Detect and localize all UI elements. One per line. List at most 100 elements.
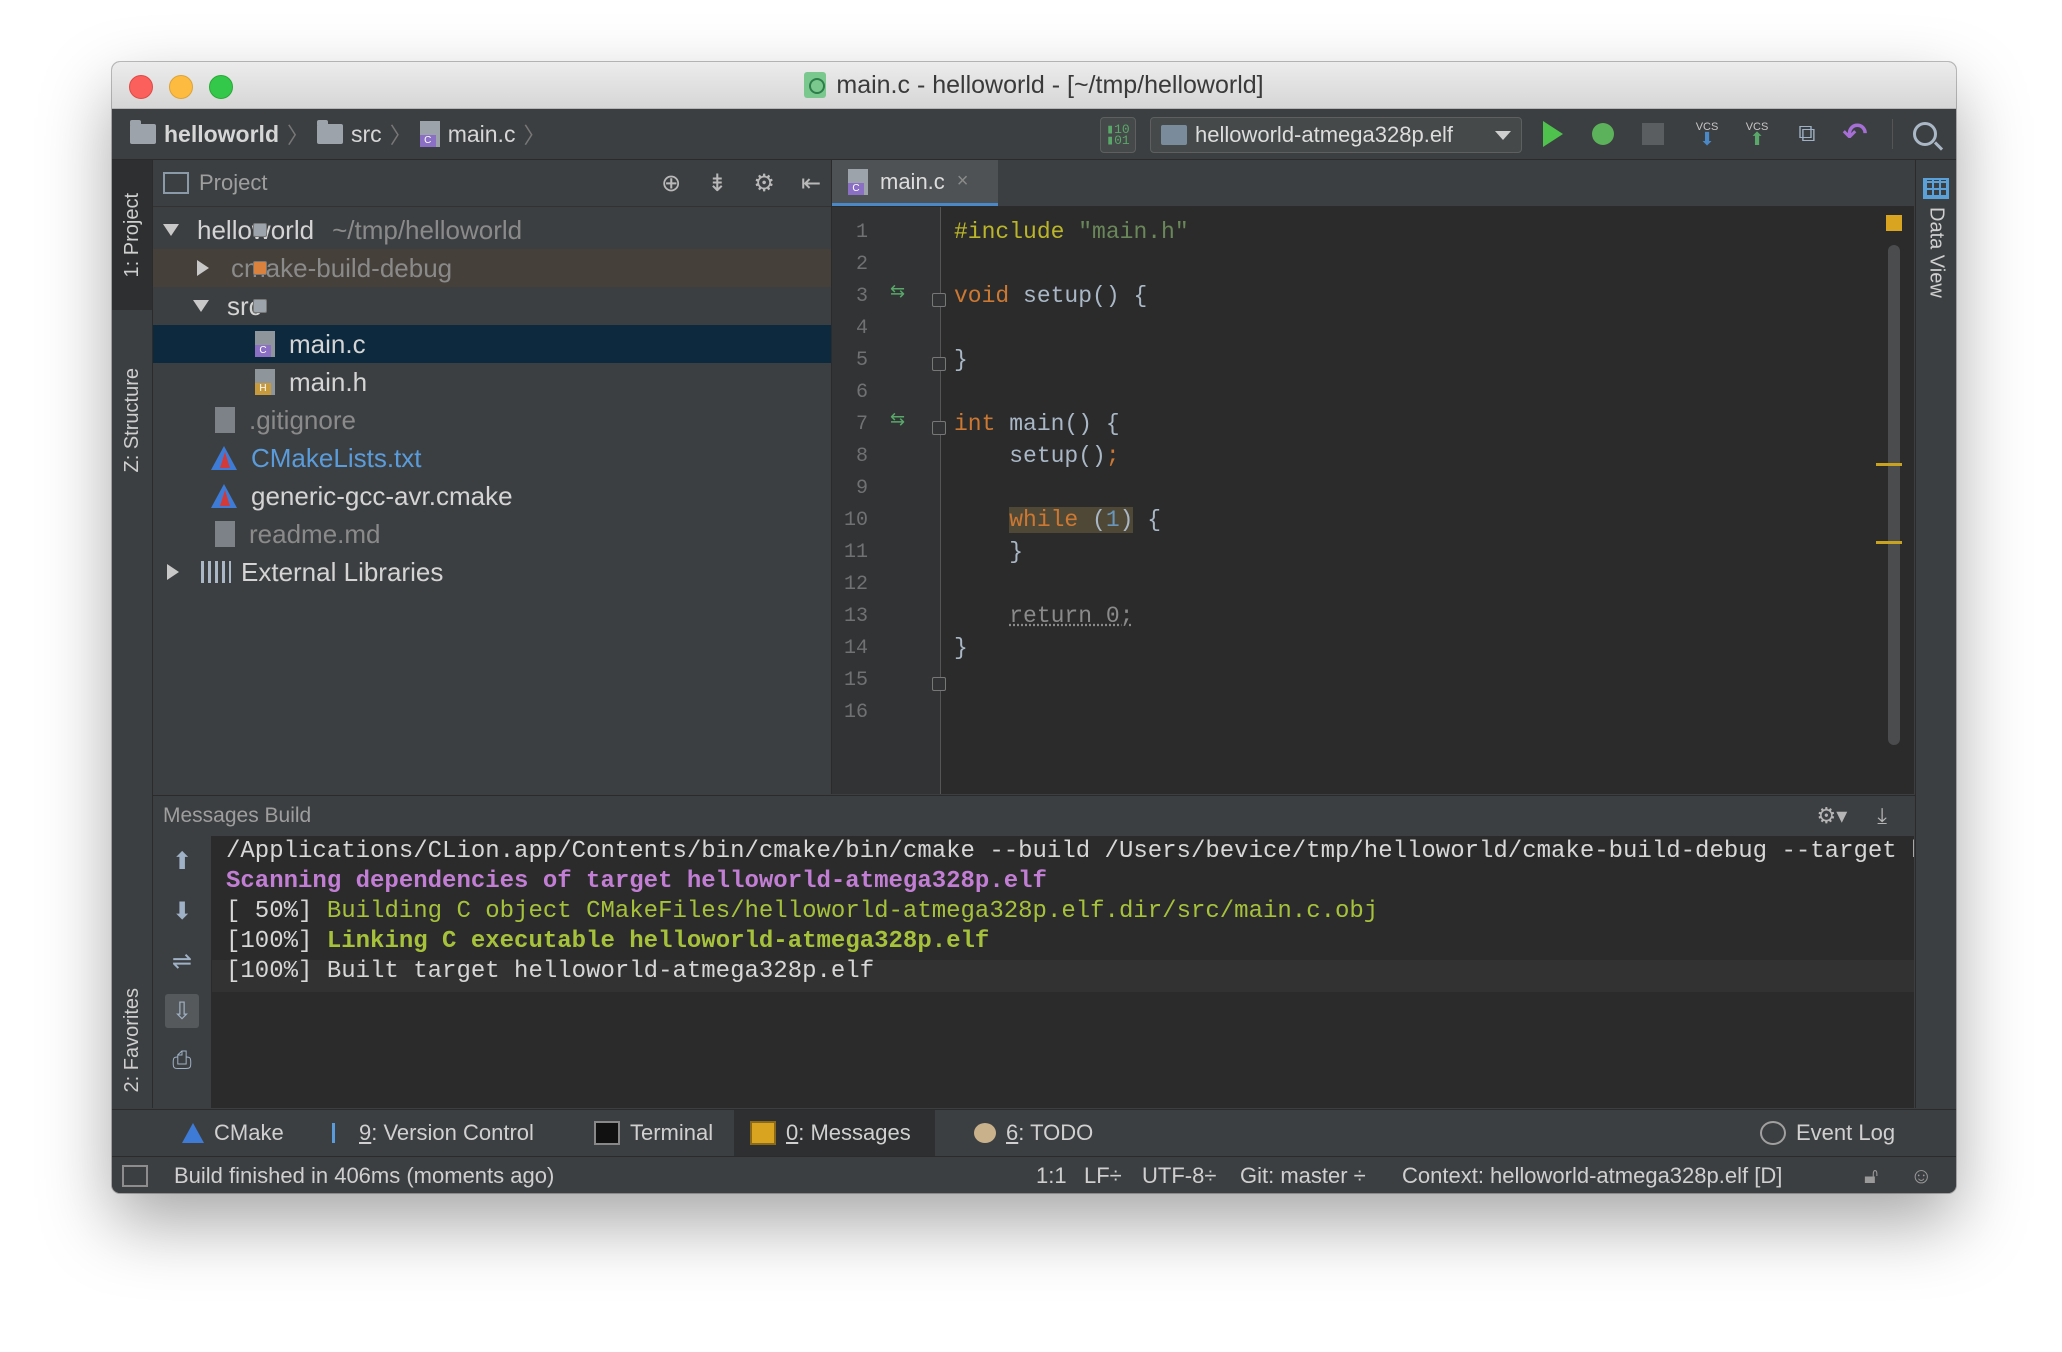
hide-icon[interactable]: ⤓ — [1867, 803, 1887, 829]
tree-item-src[interactable]: src — [153, 287, 831, 325]
line-number: 7 — [855, 413, 868, 436]
editor-tab-bar: main.c × — [832, 160, 1914, 207]
markdown-file-icon — [215, 521, 235, 547]
tab-main-c[interactable]: main.c × — [832, 160, 998, 206]
tab-messages[interactable]: 0: Messages — [734, 1110, 935, 1156]
tab-event-log[interactable]: Event Log — [1748, 1110, 1907, 1156]
tab-project[interactable]: 1: Project — [112, 160, 152, 310]
tab-terminal[interactable]: Terminal — [582, 1110, 725, 1156]
print-icon[interactable]: ⎙ — [165, 1044, 199, 1078]
scroll-to-end-icon[interactable]: ⇩ — [165, 994, 199, 1028]
tool-windows-icon — [122, 1164, 148, 1187]
soft-wrap-icon[interactable]: ⇌ — [165, 944, 199, 978]
tree-item-external-libraries[interactable]: External Libraries — [153, 553, 831, 591]
expand-arrow-icon[interactable] — [163, 224, 179, 236]
tree-item-readme[interactable]: readme.md — [153, 515, 831, 553]
tab-structure-label: Z: Structure — [120, 367, 143, 473]
inspector-icon[interactable]: ☺ — [1910, 1157, 1932, 1193]
run-configuration-select[interactable]: helloworld-atmega328p.elf — [1150, 117, 1522, 153]
messages-output[interactable]: /Applications/CLion.app/Contents/bin/cma… — [212, 836, 1914, 1108]
arrow-up-icon: ⬆ — [1749, 128, 1765, 149]
tree-item-helloworld[interactable]: helloworld ~/tmp/helloworld — [153, 211, 831, 249]
expand-arrow-icon[interactable] — [193, 300, 209, 312]
tab-data-view-label: Data View — [1925, 207, 1948, 298]
messages-icon — [750, 1121, 776, 1145]
line-number: 16 — [843, 701, 868, 724]
arrow-up-icon[interactable]: ⬆ — [165, 844, 199, 878]
project-panel-header: Project ⊕ ⇟ ⚙ ⇤ — [153, 160, 831, 207]
tree-item-gitignore[interactable]: .gitignore — [153, 401, 831, 439]
tab-data-view[interactable]: Data View — [1916, 178, 1956, 298]
hide-panel-icon[interactable]: ⇤ — [801, 169, 821, 198]
tree-item-cmake-build-debug[interactable]: cmake-build-debug — [153, 249, 831, 287]
vcs-commit-button[interactable]: VCS ⬆ — [1740, 117, 1774, 151]
debug-button[interactable] — [1586, 117, 1620, 151]
collapse-arrow-icon[interactable] — [167, 564, 179, 580]
tab-favorites[interactable]: 2: Favorites — [112, 980, 152, 1100]
code-text: ( — [1078, 507, 1106, 533]
close-icon[interactable]: × — [957, 170, 969, 193]
todo-icon — [974, 1123, 996, 1143]
keyword: while — [1009, 507, 1079, 533]
tool-windows-toggle[interactable] — [122, 1157, 148, 1193]
fold-marker-icon[interactable] — [932, 677, 946, 691]
lock-icon[interactable]: 🔓︎ — [1864, 1157, 1878, 1193]
toolbar-divider — [1892, 119, 1893, 149]
breadcrumb-helloworld[interactable]: helloworld — [164, 121, 279, 148]
tab-terminal-label: Terminal — [630, 1120, 714, 1145]
tree-item-cmakelists[interactable]: CMakeLists.txt — [153, 439, 831, 477]
tree-item-label: main.c — [289, 328, 366, 359]
tab-structure[interactable]: Z: Structure — [112, 340, 152, 500]
messages-panel-title: Messages Build — [163, 804, 312, 827]
line-separator-selector[interactable]: LF÷ — [1084, 1157, 1122, 1193]
editor-scrollbar[interactable] — [1888, 245, 1900, 745]
run-button[interactable] — [1536, 117, 1570, 151]
git-branch-selector[interactable]: Git: master ÷ — [1240, 1157, 1366, 1193]
revert-button[interactable]: ↶ — [1838, 117, 1872, 151]
fold-marker-icon[interactable] — [932, 357, 946, 371]
line-number: 6 — [855, 381, 868, 404]
folder-icon — [253, 223, 267, 237]
code-text: { — [1133, 507, 1162, 533]
tree-item-main-c[interactable]: main.c — [153, 325, 831, 363]
fold-marker-icon[interactable] — [932, 293, 946, 307]
collapse-all-icon[interactable]: ⇟ — [707, 169, 727, 198]
collapse-arrow-icon[interactable] — [197, 260, 209, 276]
ide-window: main.c - helloworld - [~/tmp/helloworld]… — [112, 62, 1956, 1193]
tree-item-main-h[interactable]: main.h — [153, 363, 831, 401]
tab-cmake[interactable]: CMake — [170, 1110, 296, 1156]
line-number: 12 — [843, 573, 868, 596]
c-file-icon — [848, 168, 868, 195]
stop-button[interactable] — [1636, 117, 1670, 151]
encoding-selector[interactable]: UTF-8÷ — [1142, 1157, 1216, 1193]
code-editor[interactable]: 1 2 3 4 5 6 7 8 9 10 11 12 13 14 15 16 ⇆… — [832, 207, 1914, 794]
vcs-update-button[interactable]: VCS ⬇ — [1690, 117, 1724, 151]
tree-item-generic-gcc-avr[interactable]: generic-gcc-avr.cmake — [153, 477, 831, 515]
caret-position[interactable]: 1:1 — [1036, 1157, 1067, 1193]
navigate-to-declaration-icon[interactable]: ⇆ — [890, 281, 905, 302]
gear-icon[interactable]: ⚙▾ — [1807, 803, 1848, 829]
locate-icon[interactable]: ⊕ — [661, 169, 681, 198]
gear-icon[interactable]: ⚙ — [753, 169, 775, 198]
navigate-to-declaration-icon[interactable]: ⇆ — [890, 409, 905, 430]
terminal-icon — [594, 1121, 620, 1145]
tab-todo[interactable]: 6: TODO — [962, 1110, 1105, 1156]
search-everywhere-button[interactable] — [1908, 117, 1942, 151]
context-selector[interactable]: Context: helloworld-atmega328p.elf [D] — [1402, 1157, 1782, 1193]
warning-marker[interactable] — [1876, 541, 1902, 544]
code-line-7: int main() { — [954, 411, 1120, 437]
chevron-down-icon — [1495, 130, 1511, 140]
breadcrumb-src[interactable]: src — [351, 121, 382, 148]
breadcrumb-main-c[interactable]: main.c — [448, 121, 516, 148]
fold-marker-icon[interactable] — [932, 421, 946, 435]
warning-marker[interactable] — [1876, 463, 1902, 466]
history-button[interactable]: ⧉ — [1790, 117, 1824, 151]
string-literal: "main.h" — [1078, 219, 1189, 245]
project-panel-title: Project — [199, 170, 268, 195]
warning-status-icon[interactable] — [1886, 215, 1902, 231]
tree-item-label: .gitignore — [249, 404, 356, 435]
build-icon[interactable]: ▮10 ▮01 — [1100, 117, 1136, 153]
tree-item-label: main.h — [289, 366, 368, 397]
tab-version-control[interactable]: 9: Version Control — [320, 1110, 546, 1156]
arrow-down-icon[interactable]: ⬇ — [165, 894, 199, 928]
